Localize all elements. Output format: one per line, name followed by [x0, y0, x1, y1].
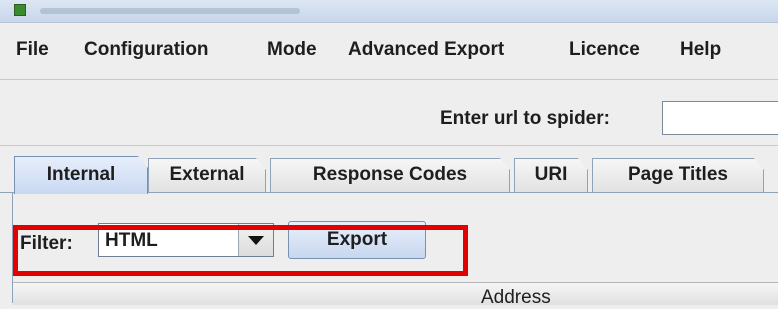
column-header-address[interactable]: Address	[481, 287, 551, 309]
tab-internal-label: Internal	[46, 164, 116, 185]
menu-bar: File Configuration Mode Advanced Export …	[0, 23, 778, 80]
tab-external[interactable]: External	[148, 158, 266, 192]
tab-internal[interactable]: Internal	[14, 156, 148, 194]
menu-advanced-export[interactable]: Advanced Export	[348, 39, 504, 61]
url-bar: Enter url to spider:	[0, 80, 778, 146]
menu-file[interactable]: File	[16, 39, 49, 61]
tab-external-label: External	[169, 164, 245, 185]
menu-mode[interactable]: Mode	[267, 39, 317, 61]
tab-response-codes[interactable]: Response Codes	[270, 158, 510, 192]
tab-uri[interactable]: URI	[514, 158, 588, 192]
url-label: Enter url to spider:	[440, 108, 610, 129]
results-table-header: Address	[13, 282, 778, 308]
menu-configuration[interactable]: Configuration	[84, 39, 209, 61]
tab-page-titles[interactable]: Page Titles	[592, 158, 764, 192]
tab-response-codes-label: Response Codes	[312, 164, 468, 185]
tab-uri-label: URI	[534, 164, 568, 185]
highlight-annotation-box	[13, 225, 468, 276]
tab-strip: Internal External Response Codes URI Pag…	[0, 150, 778, 192]
window-title-obscured	[40, 8, 300, 14]
tab-page-titles-label: Page Titles	[628, 164, 728, 185]
app-icon	[14, 4, 26, 16]
url-input[interactable]	[662, 101, 778, 135]
menu-licence[interactable]: Licence	[569, 39, 640, 61]
menu-help[interactable]: Help	[680, 39, 721, 61]
window-titlebar	[0, 0, 778, 23]
